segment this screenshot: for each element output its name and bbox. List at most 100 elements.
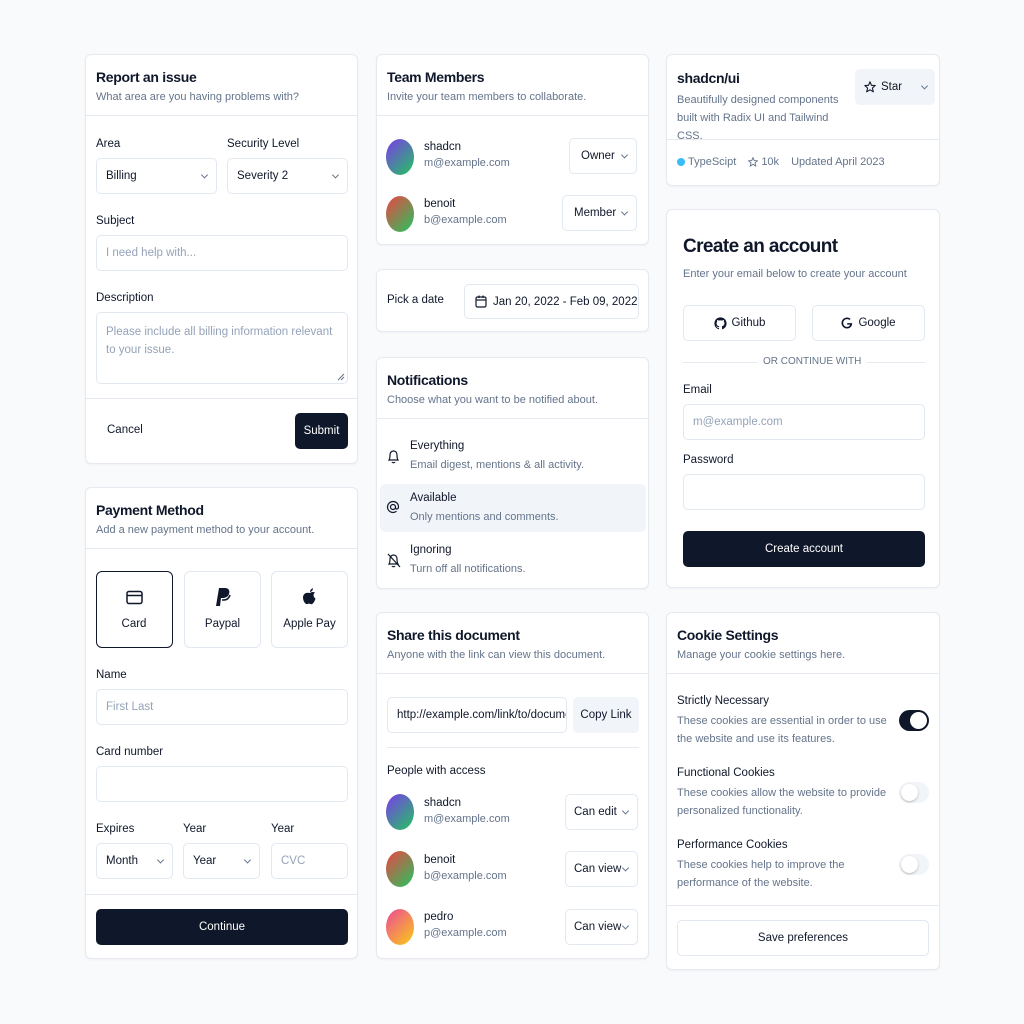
description-textarea[interactable]: Please include all billing information r… (96, 312, 348, 384)
card-header: Team Members Invite your team members to… (377, 55, 648, 116)
star-button[interactable]: Star (855, 69, 911, 105)
permission-value: Can view (574, 863, 622, 875)
security-level-label: Security Level (227, 138, 300, 150)
repo-description: Beautifully designed components built wi… (677, 94, 839, 142)
copy-link-button[interactable]: Copy Link (573, 697, 639, 733)
star-icon (864, 81, 876, 93)
resize-handle-icon[interactable] (337, 373, 345, 381)
cookie-desc: These cookies help to improve the perfor… (677, 859, 845, 889)
github-button[interactable]: Github (683, 305, 796, 341)
permission-select[interactable]: Can view (565, 851, 638, 887)
avatar (386, 851, 414, 887)
star-dropdown-button[interactable] (911, 69, 935, 105)
card-subtitle: Add a new payment method to your account… (96, 524, 315, 536)
subject-placeholder: I need help with... (106, 247, 197, 259)
payment-option-card[interactable]: Card (96, 571, 173, 648)
member-name: shadcn (424, 141, 462, 153)
cookie-title: Functional Cookies (677, 767, 775, 779)
role-select[interactable]: Owner (569, 138, 637, 174)
chevron-down-icon (621, 807, 630, 815)
notification-desc: Turn off all notifications. (410, 563, 526, 575)
create-account-button[interactable]: Create account (683, 531, 925, 567)
share-link-input[interactable]: http://example.com/link/to/document (387, 697, 567, 733)
expires-label: Expires (96, 823, 135, 835)
toggle-knob (910, 712, 927, 729)
share-link-value: http://example.com/link/to/document (397, 709, 567, 721)
save-preferences-button[interactable]: Save preferences (677, 920, 929, 956)
card-number-label: Card number (96, 746, 164, 758)
repo-stars: 10k (761, 156, 780, 168)
card-subtitle: What area are you having problems with? (96, 91, 299, 103)
description-label: Description (96, 292, 154, 304)
notification-desc: Only mentions and comments. (410, 511, 559, 523)
typescript-dot-icon (677, 158, 685, 166)
notification-option[interactable]: Available Only mentions and comments. (380, 484, 646, 532)
submit-button[interactable]: Submit (295, 413, 348, 449)
name-label: Name (96, 669, 127, 681)
area-select[interactable]: Billing (96, 158, 217, 194)
email-label: Email (683, 384, 712, 396)
email-input[interactable]: m@example.com (683, 404, 925, 440)
cookie-settings-card: Cookie Settings Manage your cookie setti… (666, 612, 940, 970)
chevron-down-icon (620, 208, 629, 216)
year-value: Year (193, 855, 217, 867)
chevron-down-icon (620, 151, 629, 159)
cookie-toggle-functional[interactable] (899, 782, 929, 803)
cookie-toggle-strictly-necessary[interactable] (899, 710, 929, 731)
repo-meta: TypeScipt 10k Updated April 2023 (677, 156, 885, 168)
google-icon (841, 317, 853, 329)
payment-option-apple-pay[interactable]: Apple Pay (271, 571, 348, 648)
divider (86, 398, 357, 399)
month-value: Month (106, 855, 138, 867)
repo-language: TypeScipt (688, 156, 737, 168)
permission-select[interactable]: Can view (565, 909, 638, 945)
card-number-input[interactable] (96, 766, 348, 802)
description-placeholder: Please include all billing information r… (106, 326, 333, 356)
date-label: Pick a date (387, 294, 444, 306)
card-subtitle: Invite your team members to collaborate. (387, 91, 587, 103)
star-label: Star (881, 81, 903, 93)
continue-button[interactable]: Continue (96, 909, 348, 945)
cancel-button[interactable]: Cancel (107, 424, 143, 436)
google-button[interactable]: Google (812, 305, 925, 341)
member-email: m@example.com (424, 157, 510, 169)
security-level-select[interactable]: Severity 2 (227, 158, 348, 194)
star-button-group: Star (855, 69, 935, 105)
role-select[interactable]: Member (562, 195, 637, 231)
notification-option[interactable]: Ignoring Turn off all notifications. (380, 536, 646, 584)
person-name: benoit (424, 854, 456, 866)
permission-select[interactable]: Can edit (565, 794, 638, 830)
year-select[interactable]: Year (183, 843, 260, 879)
cookie-desc: These cookies are essential in order to … (677, 715, 887, 745)
payment-option-paypal[interactable]: Paypal (184, 571, 261, 648)
subject-label: Subject (96, 215, 135, 227)
permission-value: Can edit (574, 806, 617, 818)
divider (667, 905, 939, 906)
cvc-placeholder: CVC (281, 855, 306, 867)
chevron-down-icon (156, 856, 165, 864)
chevron-down-icon (243, 856, 252, 864)
bell-icon (387, 450, 400, 464)
card-header: Notifications Choose what you want to be… (377, 358, 648, 419)
cookie-title: Strictly Necessary (677, 695, 770, 707)
cvc-input[interactable]: CVC (271, 843, 348, 879)
notification-title: Available (410, 492, 457, 504)
person-email: m@example.com (424, 813, 510, 825)
avatar (386, 139, 414, 175)
name-input[interactable]: First Last (96, 689, 348, 725)
at-sign-icon (386, 500, 400, 514)
password-input[interactable] (683, 474, 925, 510)
cookie-toggle-performance[interactable] (899, 854, 929, 875)
date-range-button[interactable]: Jan 20, 2022 - Feb 09, 2022 (464, 284, 639, 319)
notification-option[interactable]: Everything Email digest, mentions & all … (380, 432, 646, 480)
card-title: Report an issue (96, 69, 197, 85)
month-select[interactable]: Month (96, 843, 173, 879)
subject-input[interactable]: I need help with... (96, 235, 348, 271)
avatar (386, 909, 414, 945)
toggle-knob (901, 784, 918, 801)
person-email: p@example.com (424, 927, 507, 939)
notifications-card: Notifications Choose what you want to be… (376, 357, 649, 589)
divider (667, 139, 939, 140)
create-account-card: Create an account Enter your email below… (666, 209, 940, 588)
credit-card-icon (126, 590, 143, 605)
